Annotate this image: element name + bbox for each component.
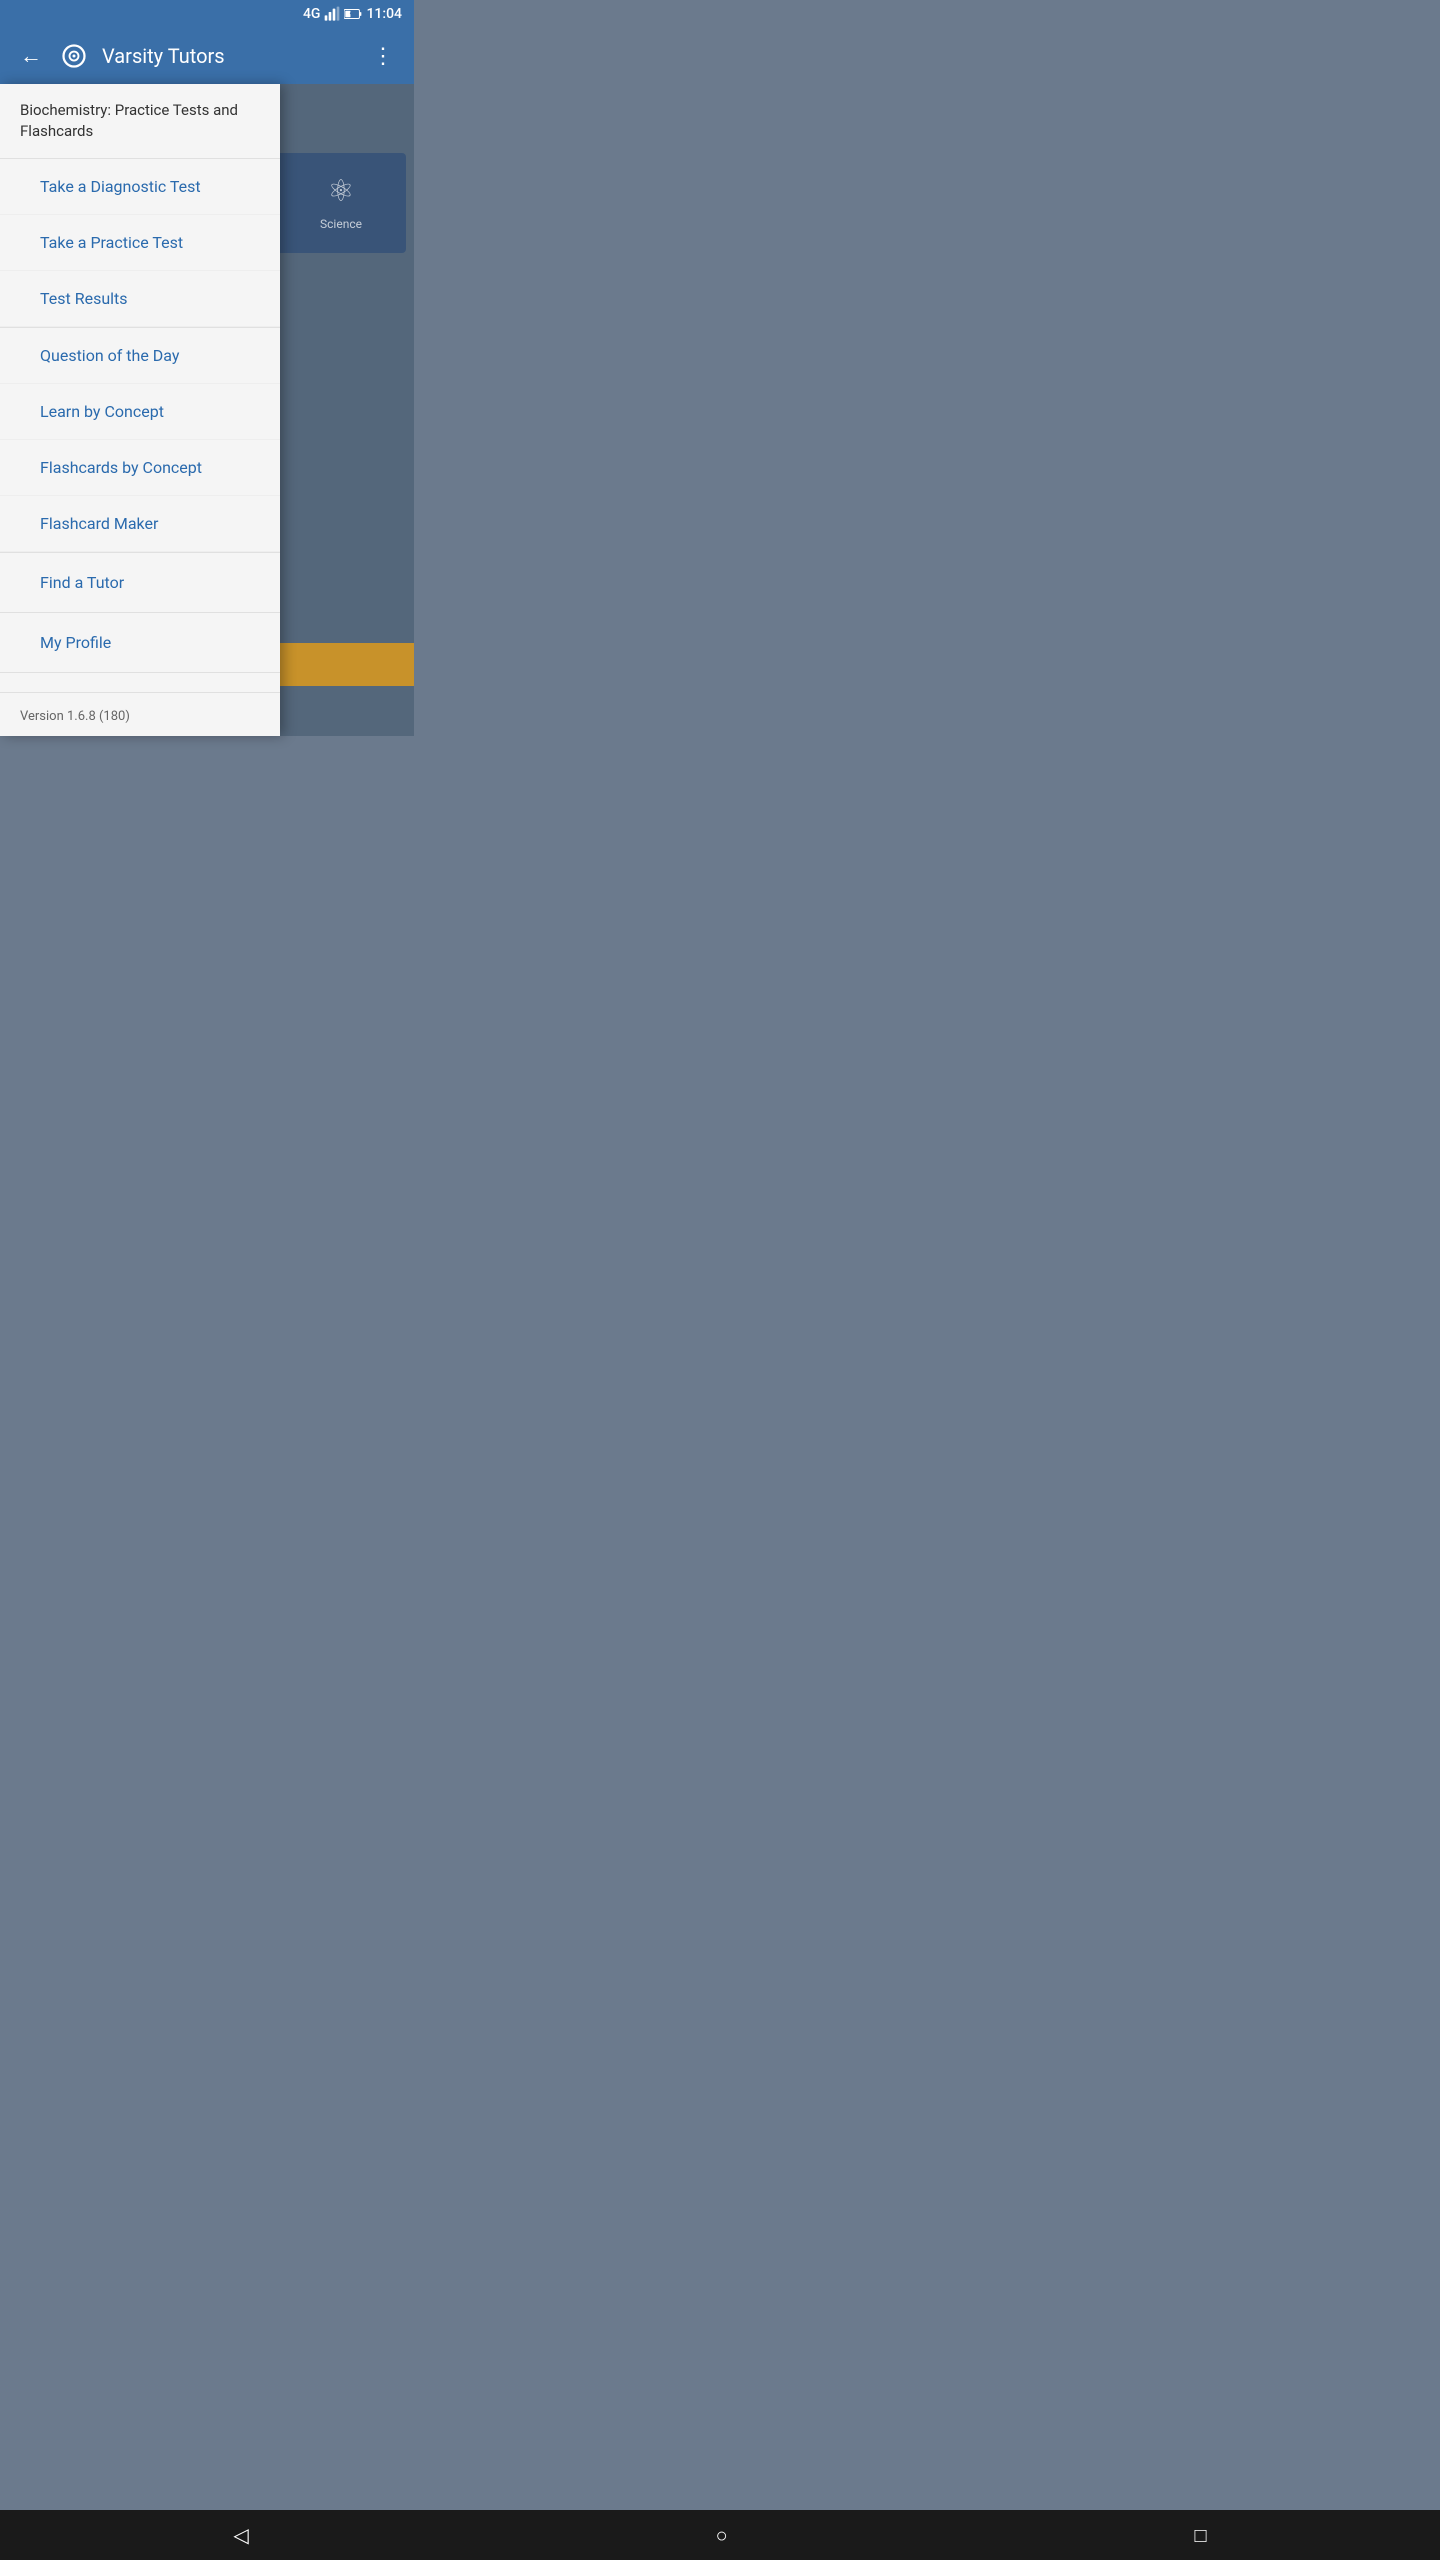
- more-options-button[interactable]: ⋮: [368, 40, 398, 73]
- back-nav-button[interactable]: ◁: [217, 2515, 264, 2555]
- signal-indicator: 4G: [303, 6, 321, 22]
- app-bar: ← Varsity Tutors ⋮: [0, 28, 414, 84]
- home-nav-button[interactable]: ○: [700, 2515, 744, 2556]
- drawer-item-test-results[interactable]: Test Results: [0, 271, 280, 327]
- flashcards-by-concept-label: Flashcards by Concept: [40, 458, 202, 477]
- app-title: Varsity Tutors: [102, 44, 356, 68]
- drawer-item-practice-test[interactable]: Take a Practice Test: [0, 215, 280, 271]
- find-tutor-label: Find a Tutor: [40, 573, 124, 592]
- drawer-section-tests: Take a Diagnostic Test Take a Practice T…: [0, 159, 280, 328]
- app-logo: [58, 40, 90, 72]
- practice-test-label: Take a Practice Test: [40, 233, 183, 252]
- my-profile-label: My Profile: [40, 633, 111, 652]
- drawer-item-flashcards-by-concept[interactable]: Flashcards by Concept: [0, 440, 280, 496]
- science-icon: ⚛: [328, 174, 355, 209]
- drawer-item-my-profile[interactable]: My Profile: [0, 613, 280, 673]
- question-of-day-label: Question of the Day: [40, 346, 179, 365]
- drawer-item-flashcard-maker[interactable]: Flashcard Maker: [0, 496, 280, 552]
- test-results-label: Test Results: [40, 289, 128, 308]
- drawer-section-learning: Question of the Day Learn by Concept Fla…: [0, 328, 280, 553]
- diagnostic-test-label: Take a Diagnostic Test: [40, 177, 201, 196]
- signal-icon: [324, 6, 340, 22]
- version-text: Version 1.6.8 (180): [20, 709, 130, 724]
- time-display: 11:04: [366, 6, 402, 22]
- flashcard-maker-label: Flashcard Maker: [40, 514, 158, 533]
- science-label: Science: [320, 217, 362, 233]
- bg-card-science: ⚛ Science: [276, 153, 406, 253]
- drawer-item-find-tutor[interactable]: Find a Tutor: [0, 553, 280, 613]
- drawer-header-text: Biochemistry: Practice Tests and Flashca…: [20, 101, 238, 140]
- status-bar: 4G 11:04: [0, 0, 414, 28]
- navigation-drawer: Biochemistry: Practice Tests and Flashca…: [0, 84, 280, 736]
- status-icons: 4G 11:04: [303, 6, 402, 22]
- back-button[interactable]: ←: [16, 39, 46, 73]
- drawer-header: Biochemistry: Practice Tests and Flashca…: [0, 84, 280, 159]
- drawer-item-learn-by-concept[interactable]: Learn by Concept: [0, 384, 280, 440]
- drawer-item-diagnostic-test[interactable]: Take a Diagnostic Test: [0, 159, 280, 215]
- recent-nav-button[interactable]: □: [1178, 2515, 1222, 2556]
- battery-icon: [344, 6, 362, 22]
- drawer-spacer: [0, 673, 280, 692]
- android-nav-bar: ◁ ○ □: [0, 2510, 1440, 2560]
- learn-by-concept-label: Learn by Concept: [40, 402, 164, 421]
- drawer-version: Version 1.6.8 (180): [0, 692, 280, 736]
- drawer-item-question-of-day[interactable]: Question of the Day: [0, 328, 280, 384]
